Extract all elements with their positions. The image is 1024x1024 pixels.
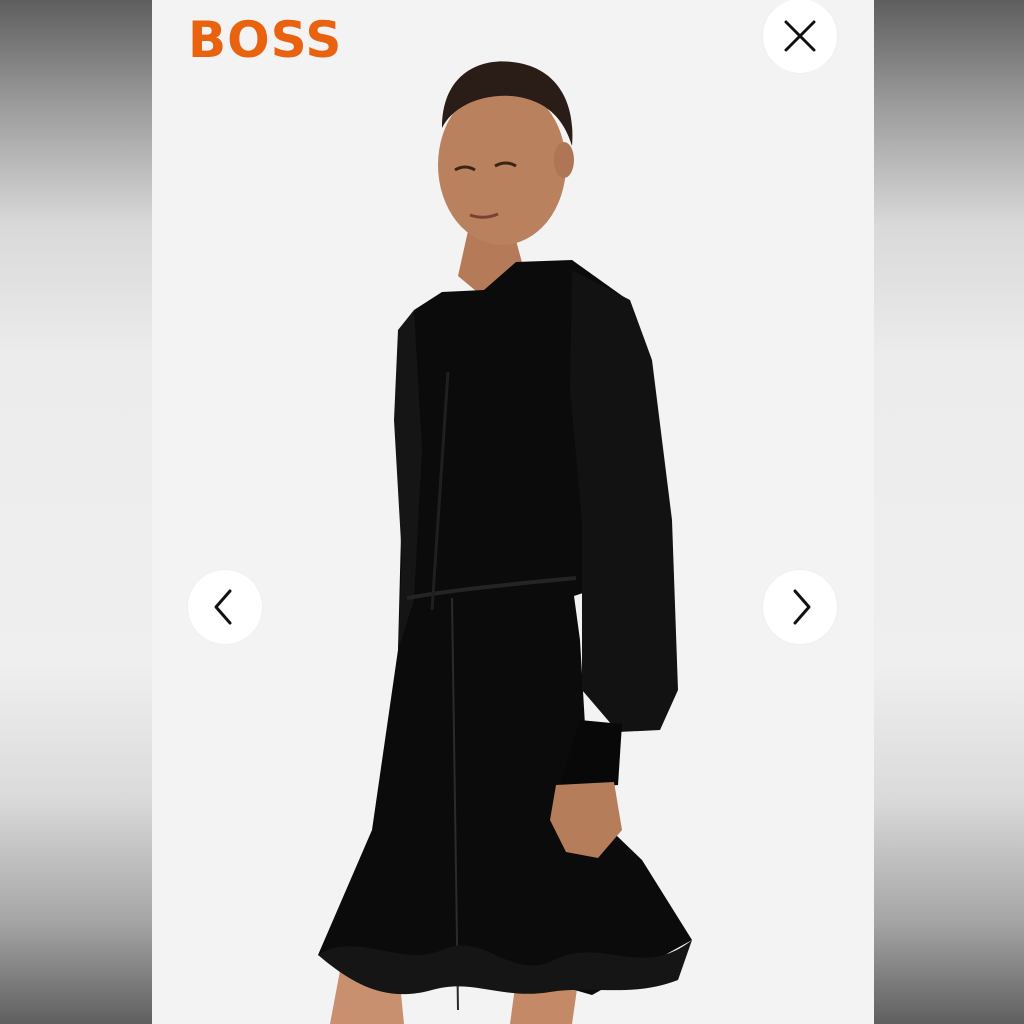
image-viewer: BOSS xyxy=(152,0,874,1024)
product-photo xyxy=(152,0,874,1024)
left-blurred-background xyxy=(0,0,152,1024)
product-gallery-screen: BOSS xyxy=(0,0,1024,1024)
next-image-button[interactable] xyxy=(763,570,837,644)
brand-logo[interactable]: BOSS xyxy=(188,10,342,70)
right-blurred-background xyxy=(874,0,1024,1024)
chevron-left-icon xyxy=(210,587,240,627)
chevron-right-icon xyxy=(785,587,815,627)
close-icon xyxy=(782,18,818,54)
previous-image-button[interactable] xyxy=(188,570,262,644)
close-button[interactable] xyxy=(763,0,837,73)
